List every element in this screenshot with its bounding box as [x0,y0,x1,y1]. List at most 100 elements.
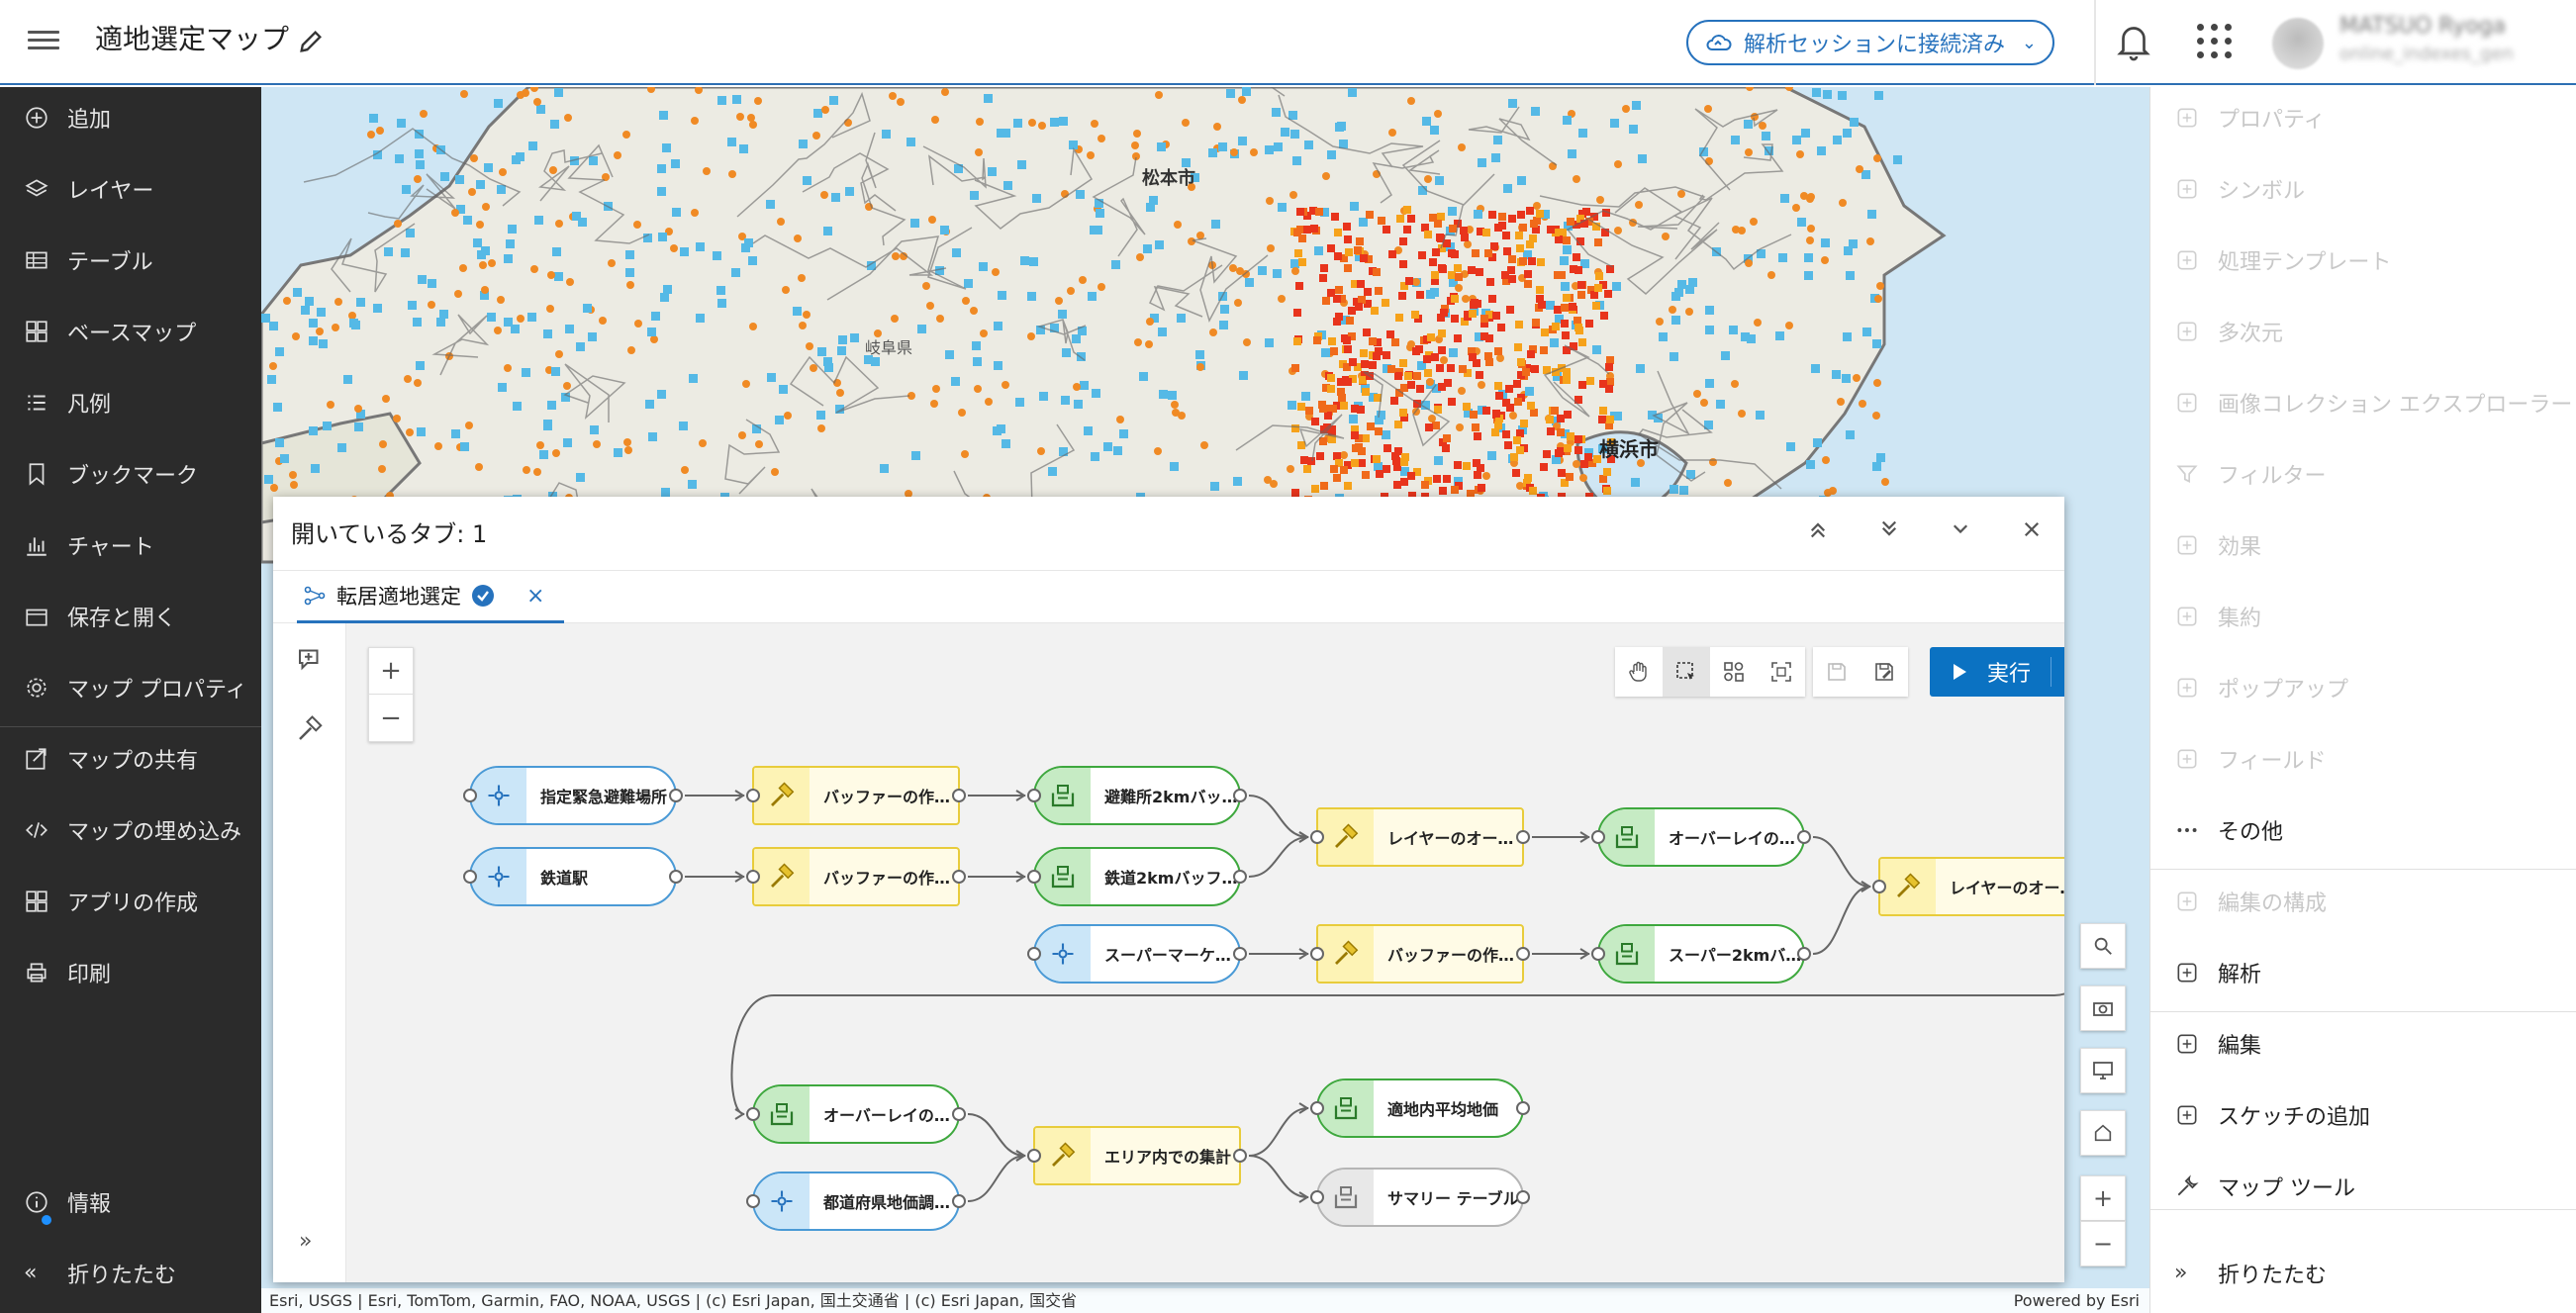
right-panel-collapse[interactable]: » 折りたたむ [2150,1243,2576,1304]
output-port[interactable] [669,789,683,802]
sidebar-item-share[interactable]: マップの共有 [0,728,261,790]
hamburger-menu-icon[interactable] [28,26,59,57]
right-panel-item[interactable]: マップ ツール [2150,1156,2576,1217]
model-node-outgrey[interactable]: サマリー テーブル [1310,1168,1530,1227]
sidebar-item-map-properties[interactable]: マップ プロパティ [0,657,261,718]
model-node-tool[interactable]: バッファーの作成 (ス... [1310,924,1530,984]
tab-model[interactable]: 転居適地選定 × [297,571,564,624]
model-node-output[interactable]: オーバーレイの結果 1 [746,1084,966,1144]
model-node-output[interactable]: 鉄道2kmバッファー [1027,847,1247,906]
sidebar-item-info[interactable]: 情報 [0,1172,261,1233]
input-port[interactable] [1310,1190,1324,1204]
right-panel-item[interactable]: スケッチの追加 [2150,1084,2576,1146]
screenshot-button[interactable] [2080,985,2126,1031]
fit-to-view-button[interactable] [1758,647,1805,697]
model-node-tool[interactable]: エリア内での集計 [1027,1126,1247,1185]
model-node-output[interactable]: オーバーレイの結果 [1591,807,1811,867]
app-launcher-icon[interactable] [2197,24,2233,59]
output-port[interactable] [952,1107,966,1121]
input-port[interactable] [1310,947,1324,961]
model-canvas[interactable]: + − 実行 ⌄ 指定緊急避難場所鉄道駅 バッファーの作成 (避... バッファーの… [346,623,2064,1282]
input-port[interactable] [1027,1149,1041,1163]
home-button[interactable] [2080,1110,2126,1156]
powered-by-text[interactable]: Powered by Esri [2014,1288,2140,1313]
double-chevron-down-icon[interactable] [1874,515,1904,544]
auto-layout-button[interactable] [1710,647,1758,697]
input-port[interactable] [746,1194,760,1208]
bell-icon[interactable] [2116,22,2151,61]
output-port[interactable] [669,870,683,884]
sidebar-item-basemap[interactable]: ベースマップ [0,301,261,362]
output-port[interactable] [952,1194,966,1208]
run-button[interactable]: 実行 ⌄ [1930,647,2064,697]
input-port[interactable] [1027,789,1041,802]
user-name[interactable]: MATSUO Ryoga [2339,14,2506,39]
input-port[interactable] [463,870,477,884]
input-port[interactable] [1310,830,1324,844]
sidebar-item-embed[interactable]: マップの埋め込み [0,799,261,861]
model-node-data[interactable]: 鉄道駅 [463,847,683,906]
avatar[interactable] [2272,18,2324,69]
sidebar-item-layers[interactable]: レイヤー [0,158,261,220]
input-port[interactable] [463,789,477,802]
sidebar-item-table[interactable]: テーブル [0,230,261,291]
sidebar-item-legend[interactable]: 凡例 [0,372,261,433]
output-port[interactable] [1797,830,1811,844]
output-port[interactable] [1516,1101,1530,1115]
right-panel-item[interactable]: 編集 [2150,1013,2576,1075]
model-node-tool[interactable]: バッファーの作成 (避... [746,766,966,825]
right-panel-item[interactable]: その他 [2150,799,2576,861]
input-port[interactable] [1027,947,1041,961]
model-node-data[interactable]: 指定緊急避難場所 [463,766,683,825]
model-node-output[interactable]: 適地内平均地価 [1310,1079,1530,1138]
input-port[interactable] [1591,830,1605,844]
select-tool-button[interactable] [1663,647,1710,697]
chevron-down-icon[interactable] [1946,515,1975,544]
model-node-output[interactable]: スーパー2kmバッフ... [1591,924,1811,984]
tab-close-icon[interactable]: × [526,584,544,609]
pan-tool-button[interactable] [1615,647,1663,697]
add-data-icon[interactable] [295,643,325,673]
canvas-zoom-out-button[interactable]: − [369,695,413,741]
sidebar-item-save-open[interactable]: 保存と開く [0,586,261,647]
model-node-tool[interactable]: レイヤーのオーバー... [1310,807,1530,867]
input-port[interactable] [1027,870,1041,884]
input-port[interactable] [746,870,760,884]
model-node-tool[interactable]: バッファーの作成 (鉄... [746,847,966,906]
output-port[interactable] [1516,1190,1530,1204]
model-node-data[interactable]: 都道府県地価調査 (... [746,1172,966,1231]
map-zoom-out-button[interactable]: − [2080,1221,2126,1266]
output-port[interactable] [1233,789,1247,802]
sidebar-item-add[interactable]: 追加 [0,87,261,148]
model-node-output[interactable]: 避難所2kmバッファー [1027,766,1247,825]
double-chevron-up-icon[interactable] [1803,515,1833,544]
expand-icon[interactable]: » [299,1229,312,1254]
model-node-tool[interactable]: レイヤーのオーバー... [1872,857,2064,916]
output-port[interactable] [1516,947,1530,961]
save-button[interactable] [1813,647,1860,697]
input-port[interactable] [1591,947,1605,961]
output-port[interactable] [1233,1149,1247,1163]
search-map-button[interactable] [2080,923,2126,969]
output-port[interactable] [1233,870,1247,884]
map-zoom-in-button[interactable]: + [2080,1175,2126,1221]
sidebar-collapse[interactable]: « 折りたたむ [0,1243,261,1304]
pencil-icon[interactable] [297,28,325,55]
sidebar-item-print[interactable]: 印刷 [0,942,261,1003]
close-icon[interactable] [2017,515,2047,544]
input-port[interactable] [746,789,760,802]
sidebar-item-bookmark[interactable]: ブックマーク [0,443,261,505]
hammer-icon[interactable] [295,714,325,744]
analysis-session-button[interactable]: 解析セッションに接続済み ⌄ [1686,20,2054,65]
output-port[interactable] [1233,947,1247,961]
right-panel-item[interactable]: 解析 [2150,942,2576,1003]
sidebar-item-create-app[interactable]: アプリの作成 [0,871,261,932]
input-port[interactable] [1310,1101,1324,1115]
sidebar-item-chart[interactable]: チャート [0,515,261,576]
output-port[interactable] [1797,947,1811,961]
model-node-data[interactable]: スーパーマーケット [1027,924,1247,984]
input-port[interactable] [1872,880,1886,893]
input-port[interactable] [746,1107,760,1121]
output-port[interactable] [952,789,966,802]
canvas-zoom-in-button[interactable]: + [369,648,413,695]
